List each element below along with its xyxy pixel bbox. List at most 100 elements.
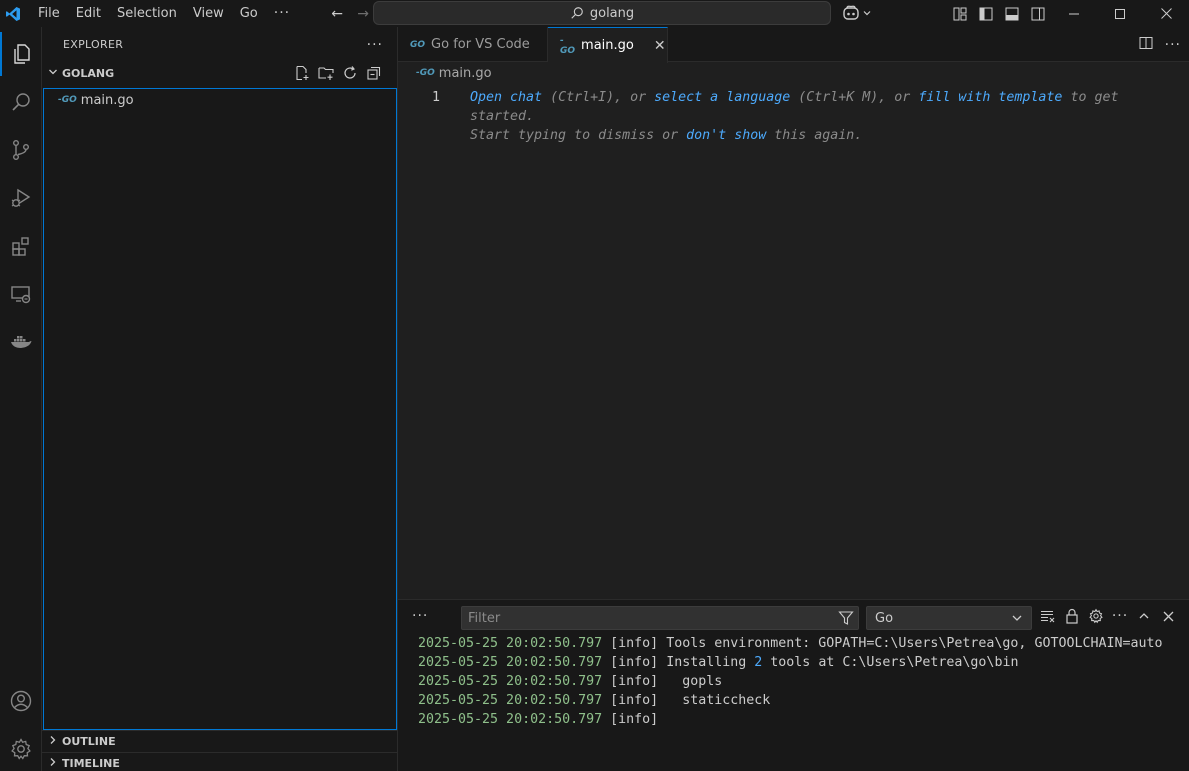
- new-folder-icon[interactable]: [317, 64, 335, 82]
- search-view-icon[interactable]: [0, 80, 42, 124]
- maximize-icon[interactable]: [1097, 0, 1143, 27]
- close-tab-icon[interactable]: ✕: [654, 38, 666, 54]
- source-control-icon[interactable]: [0, 128, 42, 172]
- copilot-menu-button[interactable]: [842, 4, 872, 22]
- fill-template-link[interactable]: fill with template: [918, 90, 1062, 105]
- menu-more-icon[interactable]: ···: [266, 0, 298, 27]
- hint-text: (Ctrl+I), or: [542, 90, 655, 105]
- menu-view[interactable]: View: [185, 0, 232, 27]
- folder-section-header[interactable]: GOLANG: [42, 62, 397, 84]
- hint-text: this again.: [766, 128, 863, 143]
- extensions-icon[interactable]: [0, 224, 42, 268]
- chevron-down-icon: [863, 11, 871, 16]
- tab-label: Go for VS Code: [431, 37, 530, 52]
- vscode-logo-icon: [0, 0, 26, 27]
- hint-text: to get: [1062, 90, 1119, 105]
- output-log[interactable]: 2025-05-25 20:02:50.797 [info] Tools env…: [418, 634, 1163, 729]
- log-level: [info]: [610, 655, 659, 670]
- breadcrumb[interactable]: -GO main.go: [398, 62, 1189, 84]
- settings-gear-icon[interactable]: [0, 727, 42, 771]
- log-line: 2025-05-25 20:02:50.797 [info] Tools env…: [418, 634, 1163, 653]
- editor-more-actions-icon[interactable]: ···: [1165, 37, 1181, 53]
- menu-go[interactable]: Go: [232, 0, 266, 27]
- log-level: [info]: [610, 636, 659, 651]
- output-settings-gear-icon[interactable]: [1088, 608, 1104, 624]
- log-line: 2025-05-25 20:02:50.797 [info]: [418, 710, 1163, 729]
- menu-edit[interactable]: Edit: [68, 0, 109, 27]
- output-channel-select[interactable]: Go: [866, 606, 1032, 630]
- hint-text: (Ctrl+K M), or: [790, 90, 919, 105]
- panel-more-actions-icon[interactable]: ···: [1112, 608, 1128, 624]
- tab-go-for-vscode[interactable]: GO Go for VS Code: [398, 27, 548, 62]
- log-line: 2025-05-25 20:02:50.797 [info] Installin…: [418, 653, 1163, 672]
- tab-main-go[interactable]: -GO main.go ✕: [548, 27, 668, 63]
- close-panel-icon[interactable]: [1160, 608, 1176, 624]
- new-file-icon[interactable]: [293, 64, 311, 82]
- log-message: staticcheck: [658, 693, 771, 708]
- hint-text: Start typing to dismiss or: [470, 128, 687, 143]
- log-message: gopls: [658, 674, 723, 689]
- toggle-primary-sidebar-icon[interactable]: [973, 0, 999, 27]
- dont-show-link[interactable]: don't show: [686, 128, 766, 143]
- chevron-down-icon: [1011, 612, 1023, 628]
- customize-layout-icon[interactable]: [947, 0, 973, 27]
- select-language-link[interactable]: select a language: [654, 90, 790, 105]
- filter-placeholder: Filter: [468, 610, 501, 626]
- explorer-more-actions-icon[interactable]: ···: [367, 37, 383, 53]
- explorer-icon[interactable]: [0, 32, 42, 76]
- file-name: main.go: [80, 92, 134, 108]
- title-bar: File Edit Selection View Go ··· ← → gola…: [0, 0, 1189, 27]
- collapse-all-icon[interactable]: [365, 64, 383, 82]
- chevron-down-icon: [48, 67, 62, 80]
- log-message: Installing: [658, 655, 755, 670]
- menu-selection[interactable]: Selection: [109, 0, 185, 27]
- docker-icon[interactable]: [0, 320, 42, 364]
- log-message: Tools environment: GOPATH=C:\Users\Petre…: [658, 636, 1163, 651]
- log-timestamp: 2025-05-25 20:02:50.797: [418, 636, 603, 651]
- search-icon: [571, 7, 583, 19]
- outline-label: OUTLINE: [62, 735, 116, 748]
- hint-text: started.: [470, 109, 535, 124]
- run-debug-icon[interactable]: [0, 176, 42, 220]
- panel-more-views-icon[interactable]: ···: [412, 608, 428, 624]
- split-editor-icon[interactable]: [1139, 36, 1153, 54]
- refresh-icon[interactable]: [341, 64, 359, 82]
- toggle-panel-icon[interactable]: [999, 0, 1025, 27]
- log-line: 2025-05-25 20:02:50.797 [info] gopls: [418, 672, 1163, 691]
- outline-section-header[interactable]: OUTLINE: [42, 730, 398, 752]
- file-tree-item[interactable]: -GO main.go: [44, 89, 396, 111]
- log-line: 2025-05-25 20:02:50.797 [info] staticche…: [418, 691, 1163, 710]
- go-file-icon: GO: [410, 39, 426, 50]
- minimize-icon[interactable]: [1051, 0, 1097, 27]
- timeline-section-header[interactable]: TIMELINE: [42, 752, 398, 771]
- activity-bar: [0, 27, 42, 771]
- clear-output-icon[interactable]: [1040, 608, 1056, 624]
- copilot-icon: [843, 5, 859, 20]
- explorer-sidebar: EXPLORER ··· GOLANG -GO main.go OUTLINE …: [42, 27, 398, 771]
- command-center-search[interactable]: golang: [373, 1, 831, 25]
- breadcrumb-file: main.go: [438, 65, 492, 81]
- editor-tabs: GO Go for VS Code -GO main.go ✕ ···: [398, 27, 1189, 63]
- close-window-icon[interactable]: [1143, 0, 1189, 27]
- timeline-label: TIMELINE: [62, 757, 120, 770]
- log-level: [info]: [610, 693, 659, 708]
- log-level: [info]: [610, 712, 659, 727]
- log-timestamp: 2025-05-25 20:02:50.797: [418, 655, 603, 670]
- accounts-icon[interactable]: [0, 679, 42, 723]
- remote-explorer-icon[interactable]: [0, 272, 42, 316]
- maximize-panel-icon[interactable]: [1136, 608, 1152, 624]
- output-channel-value: Go: [875, 610, 894, 626]
- toggle-secondary-sidebar-icon[interactable]: [1025, 0, 1051, 27]
- menu-file[interactable]: File: [30, 0, 68, 27]
- chevron-right-icon: [48, 757, 62, 770]
- tab-label: main.go: [581, 38, 634, 53]
- command-center-label: golang: [589, 5, 635, 21]
- folder-name: GOLANG: [62, 66, 115, 80]
- open-chat-link[interactable]: Open chat: [470, 90, 542, 105]
- chevron-right-icon: [48, 735, 62, 748]
- back-arrow-icon[interactable]: ←: [324, 6, 350, 22]
- go-file-icon: -GO: [58, 95, 77, 105]
- lock-scroll-icon[interactable]: [1064, 608, 1080, 624]
- filter-icon[interactable]: [838, 610, 854, 630]
- output-filter-input[interactable]: Filter: [461, 606, 859, 630]
